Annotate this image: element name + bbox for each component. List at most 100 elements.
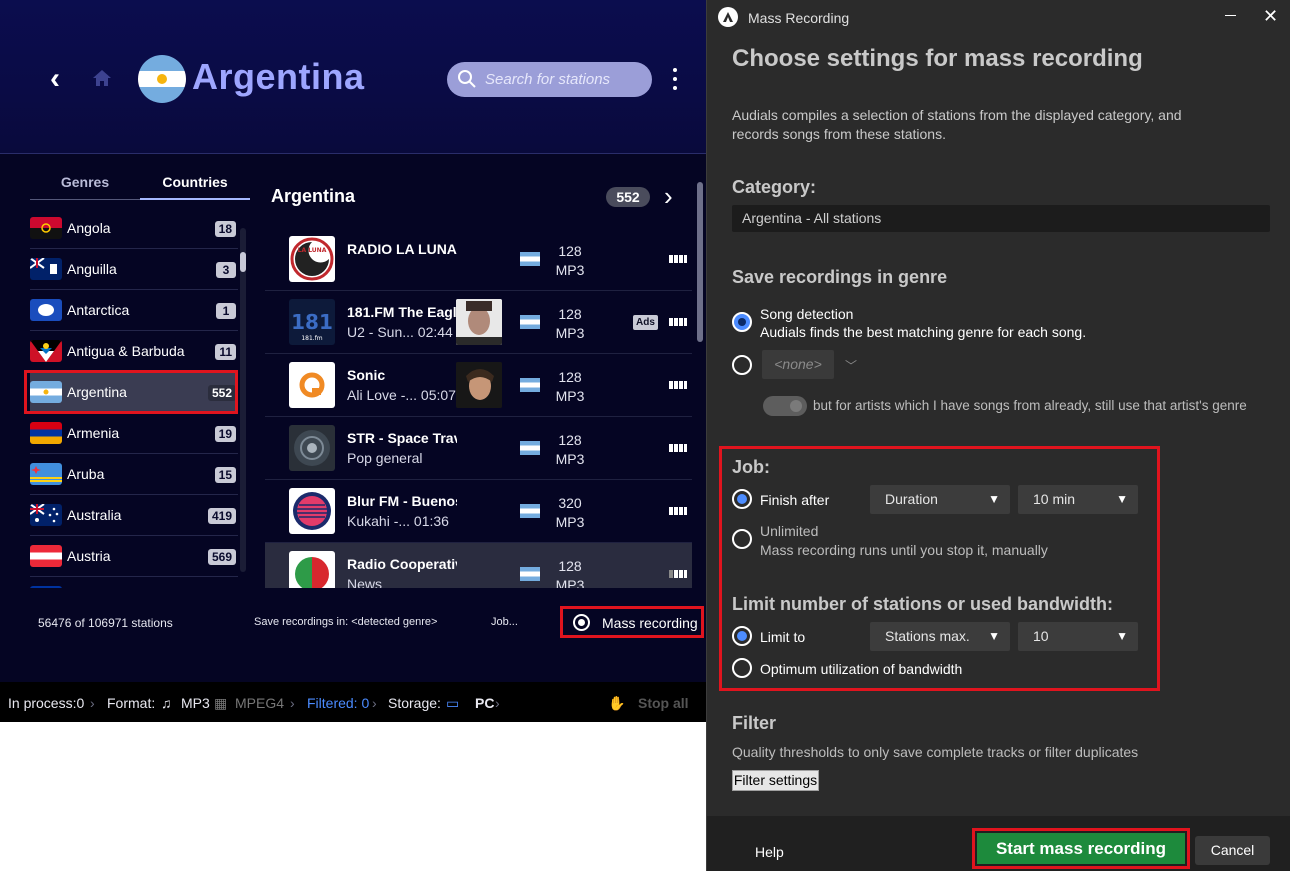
stations-max-select[interactable]: Stations max. ▼: [870, 622, 1010, 651]
filter-settings-button[interactable]: Filter settings: [732, 770, 819, 791]
album-cover: [456, 299, 502, 345]
country-item-angola[interactable]: Angola 18: [30, 208, 238, 249]
country-item-antarctica[interactable]: Antarctica 1: [30, 290, 238, 331]
station-row-radio-cooperativa[interactable]: Radio Cooperativ News 128 MP3: [265, 543, 692, 588]
close-icon[interactable]: ✕: [1263, 6, 1278, 26]
station-name: 181.FM The Eagl: [347, 304, 457, 320]
chevron-down-icon[interactable]: ﹀: [845, 357, 857, 374]
cancel-button[interactable]: Cancel: [1195, 836, 1270, 865]
unlimited-radio[interactable]: [732, 529, 752, 549]
station-row-181fm[interactable]: 181 181.fm 181.FM The Eagl U2 - Sun... 02…: [265, 291, 692, 354]
bitrate-value: 320: [558, 495, 582, 511]
country-name: Australia: [67, 507, 122, 523]
country-item-antigua-barbuda[interactable]: Antigua & Barbuda 11: [30, 331, 238, 372]
filtered-status[interactable]: Filtered: 0: [307, 695, 369, 711]
country-item-aruba[interactable]: Aruba 15: [30, 454, 238, 495]
storage-value[interactable]: PC: [475, 695, 494, 711]
tab-countries[interactable]: Countries: [140, 170, 250, 200]
duration-value-select[interactable]: 10 min ▼: [1018, 485, 1138, 514]
job-link[interactable]: Job...: [491, 616, 518, 628]
tab-genres[interactable]: Genres: [30, 170, 140, 200]
format-mpeg4[interactable]: MPEG4: [235, 695, 284, 711]
country-count-badge: 3: [216, 262, 236, 278]
more-menu-icon[interactable]: [668, 66, 682, 94]
station-subtitle: News: [347, 576, 383, 588]
station-row-radio-la-luna[interactable]: LA LUNA RADIO LA LUNA 128 MP3: [265, 228, 692, 291]
svg-text:LA LUNA: LA LUNA: [298, 247, 327, 254]
mass-recording-button[interactable]: Mass recording: [560, 606, 704, 638]
start-mass-recording-button[interactable]: Start mass recording now: [972, 828, 1190, 871]
bitrate-value: 128: [558, 432, 582, 448]
station-list: LA LUNA RADIO LA LUNA 128 MP3 181 181.fm 1…: [265, 228, 692, 588]
mass-recording-dialog: Mass Recording ✕ Choose settings for mas…: [706, 0, 1290, 871]
format-label: Format:: [107, 695, 156, 711]
stop-hand-icon: ✋: [608, 695, 626, 711]
station-count-badge: 552: [606, 187, 650, 207]
artist-genre-toggle[interactable]: [763, 396, 807, 416]
selected-country-highlight: [24, 370, 238, 414]
country-name: Antigua & Barbuda: [67, 343, 185, 359]
signal-strength-icon: [669, 444, 687, 452]
minimize-icon[interactable]: [1225, 15, 1236, 16]
stations-value-select[interactable]: 10 ▼: [1018, 622, 1138, 651]
signal-strength-icon: [669, 507, 687, 515]
country-count-badge: 419: [207, 508, 236, 524]
film-icon: ▦: [214, 695, 228, 711]
album-cover: [456, 362, 502, 408]
station-logo: LA LUNA: [289, 236, 335, 282]
chevron-down-icon: ▼: [1116, 492, 1128, 506]
country-item-austria[interactable]: Austria 569: [30, 536, 238, 577]
home-icon[interactable]: [88, 64, 116, 92]
format-value: MP3: [555, 325, 585, 341]
station-logo: 181 181.fm: [289, 299, 335, 345]
country-item-partial[interactable]: [30, 577, 238, 588]
station-list-title: Argentina: [271, 186, 356, 206]
country-item-anguilla[interactable]: Anguilla 3: [30, 249, 238, 290]
empty-area: [0, 722, 706, 871]
sidebar-tabs: Genres Countries: [30, 170, 250, 200]
argentina-flag-icon: [520, 441, 540, 455]
bitrate-value: 128: [558, 306, 582, 322]
station-subtitle: U2 - Sun... 02:44: [347, 324, 453, 340]
station-bitrate: 128 MP3: [550, 368, 590, 406]
country-name: Antarctica: [67, 302, 130, 318]
station-row-str-space[interactable]: STR - Space Trav Pop general 128 MP3: [265, 417, 692, 480]
argentina-flag-icon: [520, 567, 540, 581]
station-bitrate: 128 MP3: [550, 305, 590, 343]
genre-select[interactable]: <none>: [762, 350, 834, 379]
antigua-flag-icon: [30, 340, 62, 362]
chevron-right-icon: ›: [372, 695, 377, 711]
country-count-badge: 569: [207, 549, 236, 565]
song-detection-radio[interactable]: [732, 312, 752, 332]
station-name: Sonic: [347, 367, 386, 383]
station-logo: [289, 425, 335, 471]
genre-none-radio[interactable]: [732, 355, 752, 375]
header: ‹ Argentina Search for stations: [0, 0, 706, 154]
station-name: RADIO LA LUNA: [347, 241, 457, 257]
duration-select[interactable]: Duration ▼: [870, 485, 1010, 514]
limit-to-radio[interactable]: [732, 626, 752, 646]
optimum-bandwidth-radio[interactable]: [732, 658, 752, 678]
finish-after-radio[interactable]: [732, 489, 752, 509]
station-row-sonic[interactable]: Sonic Ali Love -... 05:07 128 MP3: [265, 354, 692, 417]
country-name: Aruba: [67, 466, 105, 482]
format-mp3[interactable]: MP3: [181, 695, 210, 711]
help-button[interactable]: Help: [755, 844, 784, 860]
argentina-flag-icon: [520, 378, 540, 392]
search-input[interactable]: Search for stations: [447, 62, 652, 97]
chevron-right-icon[interactable]: ›: [664, 182, 680, 210]
country-item-armenia[interactable]: Armenia 19: [30, 413, 238, 454]
stop-all-button[interactable]: Stop all: [638, 695, 689, 711]
argentina-flag-icon: [520, 252, 540, 266]
station-row-blur-fm[interactable]: Blur FM - Buenos Kukahi -... 01:36 320 MP…: [265, 480, 692, 543]
start-button-label: Start mass recording now: [977, 833, 1185, 871]
svg-text:181: 181: [291, 310, 333, 334]
back-arrow-icon[interactable]: ‹: [40, 64, 70, 94]
song-detection-label: Song detection: [760, 306, 854, 322]
argentina-flag-icon: [138, 55, 186, 103]
save-recordings-link[interactable]: Save recordings in: <detected genre>: [254, 616, 437, 628]
country-item-australia[interactable]: Australia 419: [30, 495, 238, 536]
genre-label: Save recordings in genre: [732, 267, 948, 287]
station-list-scrollbar[interactable]: [697, 182, 703, 342]
country-list-scrollbar[interactable]: [240, 228, 246, 572]
